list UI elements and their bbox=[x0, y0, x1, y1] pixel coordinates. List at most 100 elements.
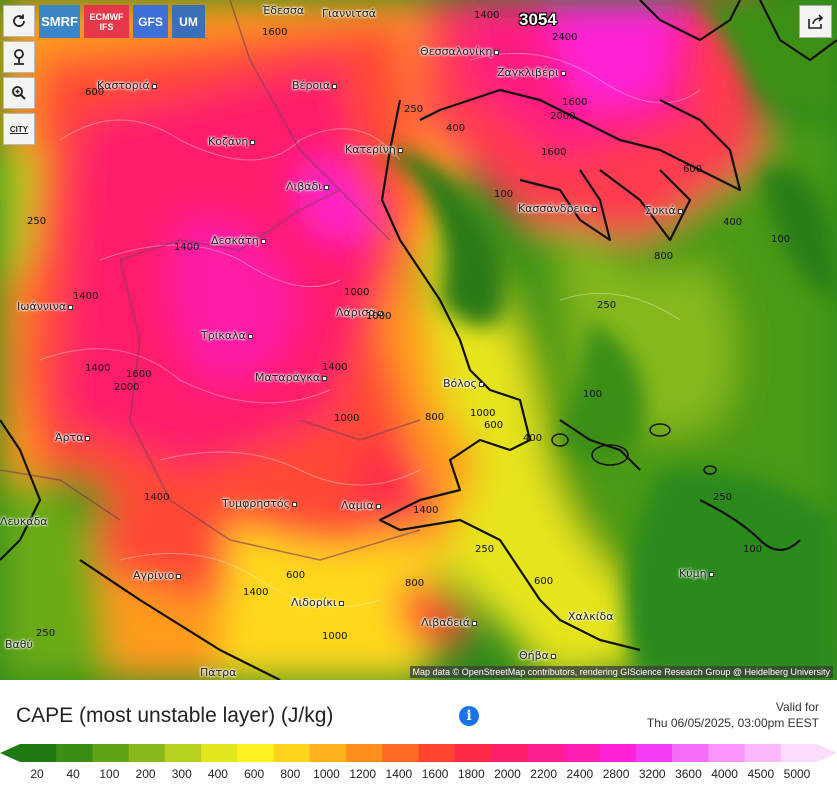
contour-label: 1400 bbox=[85, 363, 111, 374]
city-label[interactable]: Κύμη bbox=[679, 567, 714, 580]
city-label[interactable]: Γιαννιτσά bbox=[322, 7, 376, 20]
contour-label: 1000 bbox=[334, 413, 360, 424]
city-label[interactable]: Ματαράγκα bbox=[255, 371, 328, 384]
scale-swatch bbox=[201, 744, 238, 762]
city-labels-toggle[interactable]: CITY bbox=[3, 113, 35, 145]
city-label[interactable]: Λιδορίκι bbox=[291, 596, 344, 609]
contour-label: 2400 bbox=[552, 32, 578, 43]
contour-label: 800 bbox=[425, 412, 445, 423]
model-button-um[interactable]: UM bbox=[172, 5, 205, 38]
city-label[interactable]: Βόλος bbox=[443, 377, 484, 390]
city-label[interactable]: Κατερίνη bbox=[345, 143, 403, 156]
city-label[interactable]: Χαλκίδα bbox=[568, 610, 613, 623]
model-button-smrf[interactable]: SMRF bbox=[39, 5, 80, 38]
scale-swatch bbox=[454, 744, 492, 762]
contour-label: 1400 bbox=[174, 242, 200, 253]
contour-label: 1400 bbox=[243, 587, 269, 598]
scale-swatch bbox=[672, 744, 709, 762]
contour-label: 1400 bbox=[413, 505, 439, 516]
scale-value-label: 400 bbox=[207, 767, 228, 781]
refresh-icon bbox=[13, 14, 25, 27]
contour-label: 250 bbox=[713, 492, 733, 503]
scale-swatch bbox=[744, 744, 782, 762]
scale-swatch bbox=[563, 744, 601, 762]
city-label[interactable]: Κοζάνη bbox=[208, 135, 256, 148]
scale-swatch bbox=[780, 744, 818, 762]
scale-value-label: 200 bbox=[135, 767, 156, 781]
model-button-ecmwf[interactable]: ECMWF IFS bbox=[84, 5, 129, 38]
city-label[interactable]: Ιωάννινα bbox=[17, 300, 74, 313]
scale-value-label: 300 bbox=[171, 767, 192, 781]
model-label: ECMWF IFS bbox=[89, 11, 124, 32]
contour-label: 600 bbox=[683, 164, 703, 175]
contour-label: 1600 bbox=[262, 27, 288, 38]
city-label[interactable]: Λευκάδα bbox=[0, 515, 48, 528]
scale-value-label: 800 bbox=[280, 767, 301, 781]
scale-swatch bbox=[20, 744, 57, 762]
city-label[interactable]: Πάτρα bbox=[200, 666, 236, 679]
scale-swatch bbox=[56, 744, 93, 762]
location-button[interactable] bbox=[3, 41, 35, 73]
map-attribution: Map data © OpenStreetMap contributors, r… bbox=[409, 666, 833, 678]
contour-label: 100 bbox=[743, 544, 763, 555]
contour-label: 1600 bbox=[562, 97, 588, 108]
scale-value-label: 3600 bbox=[675, 767, 702, 781]
city-label[interactable]: Θήβα bbox=[519, 649, 556, 662]
model-label: GFS bbox=[138, 14, 163, 29]
contour-label: 100 bbox=[583, 389, 603, 400]
contour-label: 1000 bbox=[322, 631, 348, 642]
city-label[interactable]: Άρτα bbox=[55, 431, 91, 444]
contour-label: 1400 bbox=[322, 362, 348, 373]
scale-swatch bbox=[273, 744, 311, 762]
city-toggle-label: CITY bbox=[9, 124, 29, 134]
contour-label: 1600 bbox=[126, 369, 152, 380]
city-label[interactable]: Βέροια bbox=[292, 79, 338, 92]
scale-swatch bbox=[490, 744, 528, 762]
city-label[interactable]: Δεσκάτη bbox=[211, 234, 266, 247]
city-label[interactable]: Λιβάδι bbox=[286, 180, 329, 193]
refresh-button[interactable] bbox=[3, 5, 35, 37]
contour-label: 1000 bbox=[470, 408, 496, 419]
scale-value-label: 3200 bbox=[638, 767, 666, 781]
contour-label: 250 bbox=[597, 300, 617, 311]
scale-arrow-high bbox=[817, 744, 837, 762]
city-label[interactable]: Αγρίνιο bbox=[133, 569, 182, 582]
info-icon[interactable]: i bbox=[459, 706, 479, 726]
contour-label: 600 bbox=[286, 570, 306, 581]
contour-label: 600 bbox=[484, 420, 504, 431]
contour-label: 2000 bbox=[550, 111, 576, 122]
contour-label: 800 bbox=[654, 251, 674, 262]
scale-value-label: 600 bbox=[244, 767, 265, 781]
scale-value-label: 20 bbox=[30, 767, 44, 781]
scale-swatch bbox=[708, 744, 746, 762]
city-label[interactable]: Κασσάνδρεια bbox=[518, 202, 598, 215]
contour-label: 400 bbox=[723, 217, 743, 228]
city-label[interactable]: Λαμία bbox=[341, 499, 381, 512]
city-label[interactable]: Βαθύ bbox=[5, 638, 33, 651]
scale-swatch bbox=[599, 744, 637, 762]
zoom-button[interactable] bbox=[3, 77, 35, 109]
scale-swatch bbox=[635, 744, 673, 762]
city-label[interactable]: Καστοριά bbox=[97, 79, 157, 92]
contour-label: 600 bbox=[85, 87, 105, 98]
color-scale bbox=[0, 744, 837, 762]
city-label[interactable]: Τρίκαλα bbox=[201, 329, 253, 342]
share-button[interactable] bbox=[799, 5, 832, 38]
city-label[interactable]: Έδεσσα bbox=[262, 4, 304, 17]
city-label[interactable]: Τυμφρηστός bbox=[222, 497, 298, 510]
scale-swatch bbox=[128, 744, 166, 762]
city-label[interactable]: Ζαγκλιβέρι bbox=[497, 66, 566, 79]
city-label[interactable]: Συκιά bbox=[645, 204, 683, 217]
max-value-label: 3054 bbox=[519, 10, 557, 29]
city-label[interactable]: Λιβαδειά bbox=[421, 616, 478, 629]
location-pin-icon bbox=[14, 49, 24, 65]
scale-value-label: 2800 bbox=[602, 767, 630, 781]
city-label[interactable]: Θεσσαλονίκη bbox=[420, 45, 500, 58]
forecast-map[interactable]: CITY SMRF ECMWF IFS GFS UM 3054 Έδεσσα Γ… bbox=[0, 0, 837, 680]
scale-arrow-low bbox=[0, 744, 20, 762]
scale-value-label: 1000 bbox=[313, 767, 340, 781]
zoom-icon bbox=[12, 86, 26, 100]
scale-value-label: 1200 bbox=[349, 767, 377, 781]
contour-label: 1400 bbox=[73, 291, 99, 302]
model-button-gfs[interactable]: GFS bbox=[133, 5, 168, 38]
